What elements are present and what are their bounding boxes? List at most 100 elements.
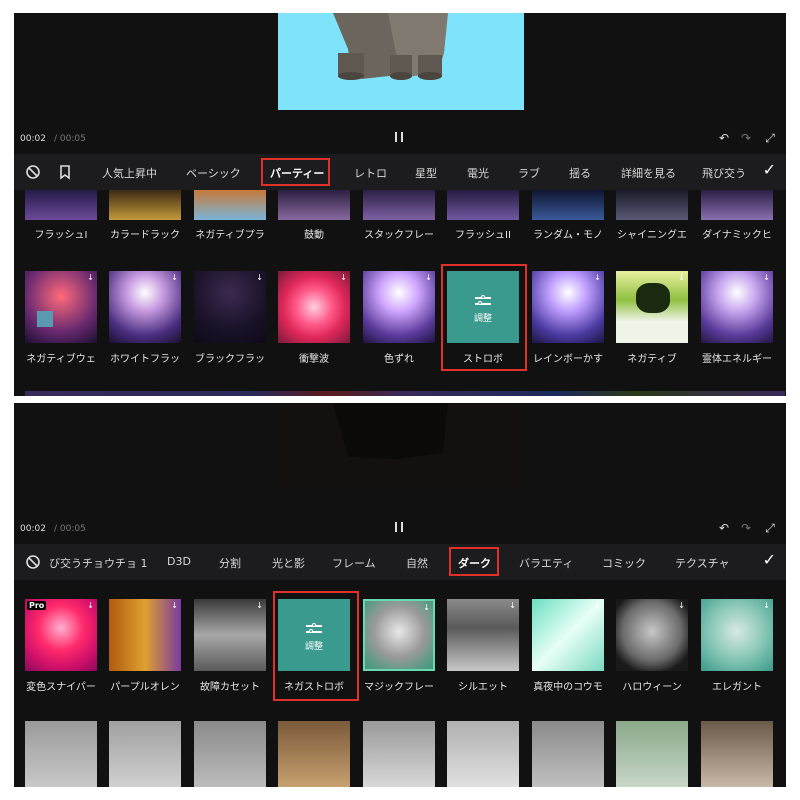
effect-caption: フラッシュII bbox=[455, 230, 511, 241]
tab-frame[interactable]: フレーム bbox=[332, 555, 376, 571]
current-time: 00:02 bbox=[20, 524, 46, 534]
effect-caption: 色ずれ bbox=[384, 354, 414, 365]
effect-thumb[interactable] bbox=[363, 721, 435, 787]
editor-panel-bottom: 00:02 / 00:05 ↶ ↷ ⤢ び交うチョウチョ 1 D3D 分割 光と… bbox=[14, 403, 786, 787]
effect-caption: マジックフレー bbox=[364, 682, 434, 693]
effect-thumb-color-shift[interactable]: ↓ bbox=[363, 271, 435, 343]
download-icon: ↓ bbox=[171, 601, 178, 610]
redo-icon[interactable]: ↷ bbox=[738, 129, 754, 147]
effect-row-partial: フラッシュI カラードラック ネガティブプラ 鼓動 スタックフレー フラッシュI… bbox=[14, 190, 786, 248]
download-icon: ↓ bbox=[423, 603, 430, 612]
pro-badge: Pro bbox=[27, 601, 47, 610]
effect-thumb-white-flash[interactable]: ↓ bbox=[109, 271, 181, 343]
effect-thumb-magic-frame[interactable]: ↓ bbox=[363, 599, 435, 671]
next-row-edge bbox=[25, 391, 785, 396]
effect-thumb-midnight-bat[interactable]: ↓ bbox=[532, 599, 604, 671]
fullscreen-icon[interactable]: ⤢ bbox=[762, 129, 778, 147]
highlight-effect-box bbox=[273, 591, 359, 701]
fullscreen-icon[interactable]: ⤢ bbox=[762, 519, 778, 537]
effect-thumb[interactable] bbox=[194, 721, 266, 787]
gorilla-image bbox=[333, 13, 448, 80]
effect-thumb-silhouette[interactable]: ↓ bbox=[447, 599, 519, 671]
effect-caption: シルエット bbox=[458, 682, 508, 693]
effect-thumb-purple-orange[interactable]: ↓ bbox=[109, 599, 181, 671]
tab-shake[interactable]: 揺る bbox=[569, 165, 591, 181]
download-icon: ↓ bbox=[678, 601, 685, 610]
tab-trending[interactable]: 人気上昇中 bbox=[102, 165, 157, 181]
tab-electric[interactable]: 電光 bbox=[467, 165, 489, 181]
effect-thumb-color-sniper[interactable]: Pro ↓ bbox=[25, 599, 97, 671]
effect-row-party: ↓ ↓ ↓ ↓ ↓ 調整 ↓ ↓ ↓ ネガティブウェ ホワイトフラッ ブラックフ… bbox=[14, 271, 786, 371]
effect-thumb-negative-wave[interactable]: ↓ bbox=[25, 271, 97, 343]
effect-thumb[interactable] bbox=[532, 721, 604, 787]
tab-star[interactable]: 星型 bbox=[415, 165, 437, 181]
tab-light-shadow[interactable]: 光と影 bbox=[272, 555, 305, 571]
effect-thumb[interactable] bbox=[109, 721, 181, 787]
effect-thumb[interactable] bbox=[363, 190, 435, 220]
effect-thumb[interactable] bbox=[447, 721, 519, 787]
effect-caption: ランダム・モノ bbox=[533, 230, 603, 241]
effect-caption: 衝撃波 bbox=[299, 354, 329, 365]
undo-icon[interactable]: ↶ bbox=[716, 129, 732, 147]
confirm-check-icon[interactable]: ✓ bbox=[763, 160, 776, 179]
effect-thumb[interactable] bbox=[25, 190, 97, 220]
tab-basic[interactable]: ベーシック bbox=[186, 165, 241, 181]
effect-thumb[interactable] bbox=[278, 190, 350, 220]
video-preview bbox=[14, 13, 786, 139]
undo-icon[interactable]: ↶ bbox=[716, 519, 732, 537]
no-effect-icon[interactable] bbox=[24, 553, 42, 571]
tab-texture[interactable]: テクスチャ bbox=[675, 555, 730, 571]
tab-see-more[interactable]: 詳細を見る bbox=[621, 165, 676, 181]
effect-thumb-negative[interactable]: ↓ bbox=[616, 271, 688, 343]
tab-comic[interactable]: コミック bbox=[602, 555, 646, 571]
download-icon: ↓ bbox=[678, 273, 685, 282]
effect-thumb[interactable] bbox=[532, 190, 604, 220]
effect-caption: ブラックフラッ bbox=[195, 354, 265, 365]
effect-thumb[interactable] bbox=[616, 190, 688, 220]
effect-caption: エレガント bbox=[712, 682, 762, 693]
effect-row-partial bbox=[14, 721, 786, 787]
effect-caption: 真夜中のコウモ bbox=[533, 682, 603, 693]
effect-thumb[interactable] bbox=[25, 721, 97, 787]
effect-thumb-black-flash[interactable]: ↓ bbox=[194, 271, 266, 343]
effect-caption: 鼓動 bbox=[304, 230, 324, 241]
editor-panel-top: 00:02 / 00:05 ↶ ↷ ⤢ 人気上昇中 ベーシック パーティー レト… bbox=[14, 13, 786, 396]
tab-variety[interactable]: バラエティ bbox=[519, 555, 573, 571]
tab-flying[interactable]: 飛び交う bbox=[702, 165, 746, 181]
redo-icon[interactable]: ↷ bbox=[738, 519, 754, 537]
effect-thumb[interactable] bbox=[194, 190, 266, 220]
effect-thumb-shockwave[interactable]: ↓ bbox=[278, 271, 350, 343]
pause-button[interactable] bbox=[392, 519, 406, 537]
effect-thumb[interactable] bbox=[278, 721, 350, 787]
tab-d3d[interactable]: D3D bbox=[167, 555, 191, 568]
tab-retro[interactable]: レトロ bbox=[354, 165, 387, 181]
bookmark-icon[interactable] bbox=[56, 163, 74, 181]
tab-butterfly[interactable]: び交うチョウチョ 1 bbox=[49, 555, 148, 571]
tab-love[interactable]: ラブ bbox=[518, 165, 540, 181]
highlight-effect-box bbox=[441, 264, 527, 371]
effect-thumb-elegant[interactable]: ↓ bbox=[701, 599, 773, 671]
effect-caption: ネガティブ bbox=[627, 354, 677, 365]
playback-bar: 00:02 / 00:05 ↶ ↷ ⤢ bbox=[14, 519, 786, 539]
total-time: / 00:05 bbox=[54, 524, 86, 534]
no-effect-icon[interactable] bbox=[24, 163, 42, 181]
pause-button[interactable] bbox=[392, 129, 406, 147]
total-time: / 00:05 bbox=[54, 134, 86, 144]
effect-thumb[interactable] bbox=[447, 190, 519, 220]
effect-caption: スタックフレー bbox=[364, 230, 434, 241]
tab-split[interactable]: 分割 bbox=[219, 555, 241, 571]
effect-caption: フラッシュI bbox=[34, 230, 88, 241]
effect-thumb[interactable] bbox=[616, 721, 688, 787]
download-icon: ↓ bbox=[594, 273, 601, 282]
effect-thumb[interactable] bbox=[109, 190, 181, 220]
confirm-check-icon[interactable]: ✓ bbox=[763, 550, 776, 569]
effect-thumb-rainbow[interactable]: ↓ bbox=[532, 271, 604, 343]
effect-thumb-halloween[interactable]: ↓ bbox=[616, 599, 688, 671]
effect-thumb-broken-cassette[interactable]: ↓ bbox=[194, 599, 266, 671]
effect-caption: 故障カセット bbox=[200, 682, 260, 693]
effect-thumb-spirit-energy[interactable]: ↓ bbox=[701, 271, 773, 343]
effect-thumb[interactable] bbox=[701, 190, 773, 220]
tab-nature[interactable]: 自然 bbox=[406, 555, 428, 571]
effect-thumb[interactable] bbox=[701, 721, 773, 787]
category-tabbar: 人気上昇中 ベーシック パーティー レトロ 星型 電光 ラブ 揺る 詳細を見る … bbox=[14, 154, 786, 190]
